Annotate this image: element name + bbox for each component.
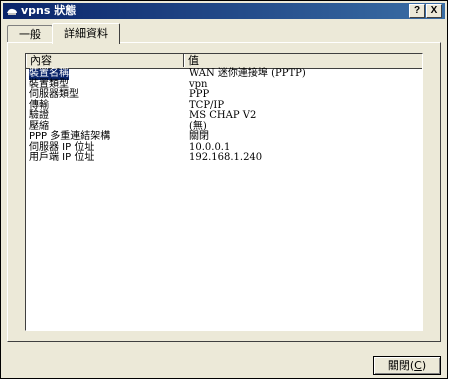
- property-label: 用戶端 IP 位址: [29, 152, 95, 163]
- property-value: PPP: [189, 89, 210, 100]
- close-button-hotkey: C: [414, 359, 422, 372]
- window-title: vpns 狀態: [21, 4, 77, 17]
- property-label: 驗證: [29, 110, 49, 121]
- vpn-status-dialog: vpns 狀態 ? X 一般 詳細資料 內容 值 裝置名稱 WAN 迷你連接埠 (…: [0, 0, 448, 379]
- list-header: 內容 值: [26, 54, 422, 69]
- tab-general[interactable]: 一般: [7, 25, 53, 43]
- list-item[interactable]: 驗證 MS CHAP V2: [26, 110, 422, 122]
- list-item[interactable]: PPP 多重連結架構 關閉: [26, 131, 422, 143]
- property-value: 192.168.1.240: [189, 152, 263, 163]
- property-value: WAN 迷你連接埠 (PPTP): [189, 68, 306, 79]
- list-item[interactable]: 裝置類型 vpn: [26, 79, 422, 91]
- property-value: MS CHAP V2: [189, 110, 257, 121]
- close-button-label: 關閉(: [387, 359, 415, 372]
- property-label: PPP 多重連結架構: [29, 131, 111, 142]
- property-label: 伺服器類型: [29, 89, 79, 100]
- help-button[interactable]: ?: [409, 4, 425, 18]
- column-header-value[interactable]: 值: [184, 54, 422, 67]
- tab-details[interactable]: 詳細資料: [52, 23, 120, 44]
- close-window-button[interactable]: X: [426, 4, 442, 18]
- list-item[interactable]: 伺服器類型 PPP: [26, 89, 422, 101]
- close-button[interactable]: 關閉(C): [373, 356, 441, 375]
- title-bar[interactable]: vpns 狀態 ? X: [3, 3, 445, 19]
- network-connection-icon: [7, 8, 17, 15]
- details-list[interactable]: 內容 值 裝置名稱 WAN 迷你連接埠 (PPTP) 裝置類型 vpn 伺服器類型 P…: [25, 53, 423, 331]
- list-item[interactable]: 用戶端 IP 位址 192.168.1.240: [26, 152, 422, 164]
- close-button-suffix: ): [421, 359, 427, 372]
- property-value: 關閉: [189, 131, 209, 142]
- column-header-property[interactable]: 內容: [26, 54, 184, 67]
- list-rows: 裝置名稱 WAN 迷你連接埠 (PPTP) 裝置類型 vpn 伺服器類型 PPP 傳輸…: [26, 68, 422, 164]
- list-item[interactable]: 裝置名稱 WAN 迷你連接埠 (PPTP): [26, 68, 422, 80]
- details-panel: 內容 值 裝置名稱 WAN 迷你連接埠 (PPTP) 裝置類型 vpn 伺服器類型 P…: [7, 42, 441, 342]
- property-label: 裝置名稱: [29, 68, 69, 80]
